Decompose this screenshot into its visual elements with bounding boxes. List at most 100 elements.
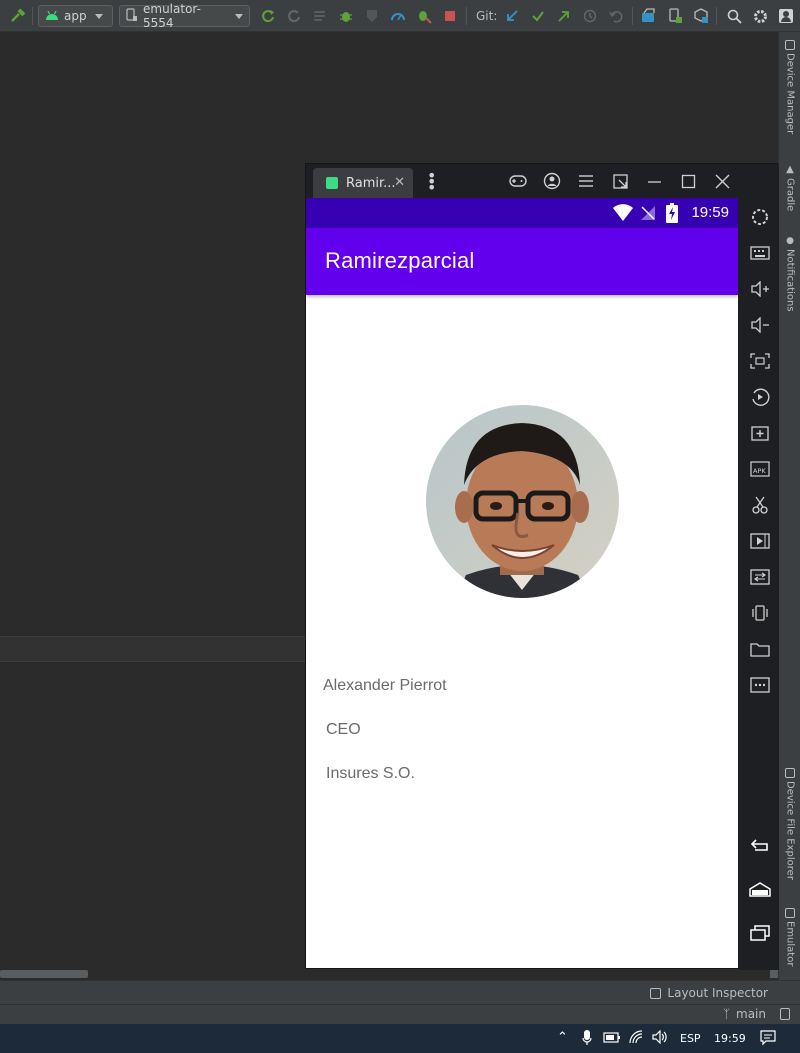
- user-avatar-icon[interactable]: [776, 6, 796, 26]
- action-center-icon[interactable]: [760, 1030, 776, 1049]
- profile-position: CEO: [326, 721, 361, 738]
- horizontal-scrollbar-track[interactable]: [0, 969, 778, 979]
- sdk-manager-icon[interactable]: [690, 6, 712, 26]
- screenshot-frame-icon[interactable]: [749, 350, 771, 372]
- profile-name: Alexander Pierrot: [323, 677, 447, 694]
- tool-tab-emulator[interactable]: Emulator: [781, 908, 799, 966]
- debug-icon[interactable]: [336, 6, 356, 26]
- apply-changes-restart-icon[interactable]: [258, 6, 278, 26]
- main-toolbar: app emulator-5554 Git:: [0, 0, 800, 32]
- status-bar-time: 19:59: [691, 204, 729, 221]
- emulator-device-tab[interactable]: Ramir... ✕: [313, 168, 413, 198]
- editor-panel-divider[interactable]: [0, 636, 305, 662]
- profile-avatar: [426, 405, 619, 598]
- android-icon: [45, 9, 59, 24]
- run-config-label: app: [64, 9, 87, 23]
- home-icon[interactable]: [749, 878, 771, 900]
- device-select[interactable]: emulator-5554: [119, 2, 250, 30]
- git-update-icon[interactable]: [502, 6, 522, 26]
- folder-icon[interactable]: [749, 638, 771, 660]
- minimize-icon[interactable]: [644, 171, 664, 191]
- no-signal-icon: [640, 205, 656, 225]
- back-icon[interactable]: [749, 834, 771, 856]
- overview-icon[interactable]: [749, 922, 771, 944]
- tool-tab-gradle[interactable]: ▲ Gradle: [781, 164, 799, 211]
- speaker-icon[interactable]: [652, 1029, 670, 1047]
- screen-record-icon[interactable]: [749, 530, 771, 552]
- coverage-icon[interactable]: [362, 6, 382, 26]
- keyboard-icon[interactable]: [749, 242, 771, 264]
- git-commit-icon[interactable]: [528, 6, 548, 26]
- build-hammer-icon[interactable]: [8, 6, 28, 26]
- vibrate-icon[interactable]: [749, 602, 771, 624]
- add-device-icon[interactable]: [749, 422, 771, 444]
- emulator-window: Ramir... ✕ • • • 19:59 Ramirezparcial Al…: [305, 163, 779, 970]
- sync-list-icon[interactable]: [310, 6, 330, 26]
- display-mirror-icon[interactable]: [749, 566, 771, 588]
- account-icon[interactable]: [542, 171, 562, 191]
- lock-icon[interactable]: [780, 1008, 790, 1020]
- horizontal-scrollbar-thumb[interactable]: [0, 970, 88, 978]
- power-icon[interactable]: [749, 206, 771, 228]
- close-window-icon[interactable]: [712, 171, 732, 191]
- device-manager-icon[interactable]: [638, 6, 660, 26]
- layout-inspector-tab[interactable]: Layout Inspector: [650, 986, 768, 1000]
- tool-tab-label: Device File Explorer: [784, 781, 796, 880]
- apply-code-changes-icon[interactable]: [284, 6, 304, 26]
- device-manager-icon: [785, 40, 795, 50]
- volume-down-icon[interactable]: [749, 314, 771, 336]
- input-language[interactable]: ESP: [680, 1032, 701, 1045]
- install-apk-icon[interactable]: APK: [749, 458, 771, 480]
- maximize-icon[interactable]: [678, 171, 698, 191]
- layout-inspector-label: Layout Inspector: [667, 986, 768, 1000]
- git-history-icon[interactable]: [580, 6, 600, 26]
- volume-up-icon[interactable]: [749, 278, 771, 300]
- stop-icon[interactable]: [440, 6, 460, 26]
- layout-inspector-icon: [650, 987, 662, 999]
- profile-company: Insures S.O.: [326, 765, 415, 782]
- attach-debugger-icon[interactable]: [414, 6, 434, 26]
- git-label: Git:: [476, 9, 498, 23]
- windows-taskbar: ⌃ ESP 19:59: [0, 1024, 800, 1053]
- menu-icon[interactable]: [576, 171, 596, 191]
- emulator-titlebar: Ramir... ✕ • • •: [306, 164, 779, 198]
- gamepad-icon[interactable]: [508, 171, 528, 191]
- tool-tab-device-manager[interactable]: Device Manager: [781, 40, 799, 134]
- tool-tab-notifications[interactable]: ● Notifications: [781, 236, 799, 312]
- tool-tab-device-file-explorer[interactable]: Device File Explorer: [781, 768, 799, 880]
- close-icon[interactable]: ✕: [394, 175, 405, 190]
- logcat-device-icon[interactable]: [664, 6, 686, 26]
- tool-tab-label: Notifications: [784, 249, 796, 312]
- search-icon[interactable]: [724, 6, 744, 26]
- tool-tab-label: Gradle: [784, 178, 796, 212]
- toolbar-separator: [632, 7, 633, 25]
- git-rollback-icon[interactable]: [606, 6, 626, 26]
- git-branch-widget[interactable]: ᛉ main: [723, 1007, 766, 1021]
- git-push-icon[interactable]: [554, 6, 574, 26]
- battery-icon[interactable]: [603, 1030, 621, 1047]
- status-bar: ᛉ main: [0, 1004, 800, 1024]
- chevron-up-icon[interactable]: ⌃: [557, 1030, 568, 1045]
- microphone-icon[interactable]: [582, 1030, 592, 1049]
- emulator-tab-title: Ramir...: [346, 175, 396, 191]
- device-icon: [126, 7, 138, 25]
- profiler-icon[interactable]: [388, 6, 408, 26]
- gear-icon[interactable]: [750, 6, 770, 26]
- tool-tab-label: Device Manager: [784, 53, 796, 135]
- scissors-icon[interactable]: [749, 494, 771, 516]
- chevron-down-icon: [235, 13, 243, 19]
- taskbar-clock[interactable]: 19:59: [714, 1032, 746, 1045]
- rotate-icon[interactable]: [749, 386, 771, 408]
- more-options-icon[interactable]: • • •: [427, 168, 436, 196]
- toolbar-separator: [466, 7, 467, 25]
- device-file-explorer-icon: [785, 768, 795, 778]
- emulator-screen[interactable]: 19:59 Ramirezparcial Alexander Pierrot C…: [306, 198, 738, 968]
- branch-name: main: [736, 1007, 766, 1021]
- network-icon[interactable]: [629, 1030, 645, 1047]
- float-window-icon[interactable]: [610, 171, 630, 191]
- extended-controls-icon[interactable]: [749, 674, 771, 696]
- run-config-select[interactable]: app: [38, 5, 113, 27]
- android-status-bar: 19:59: [306, 198, 738, 228]
- device-label: emulator-5554: [143, 2, 201, 30]
- emulator-icon: [785, 908, 795, 918]
